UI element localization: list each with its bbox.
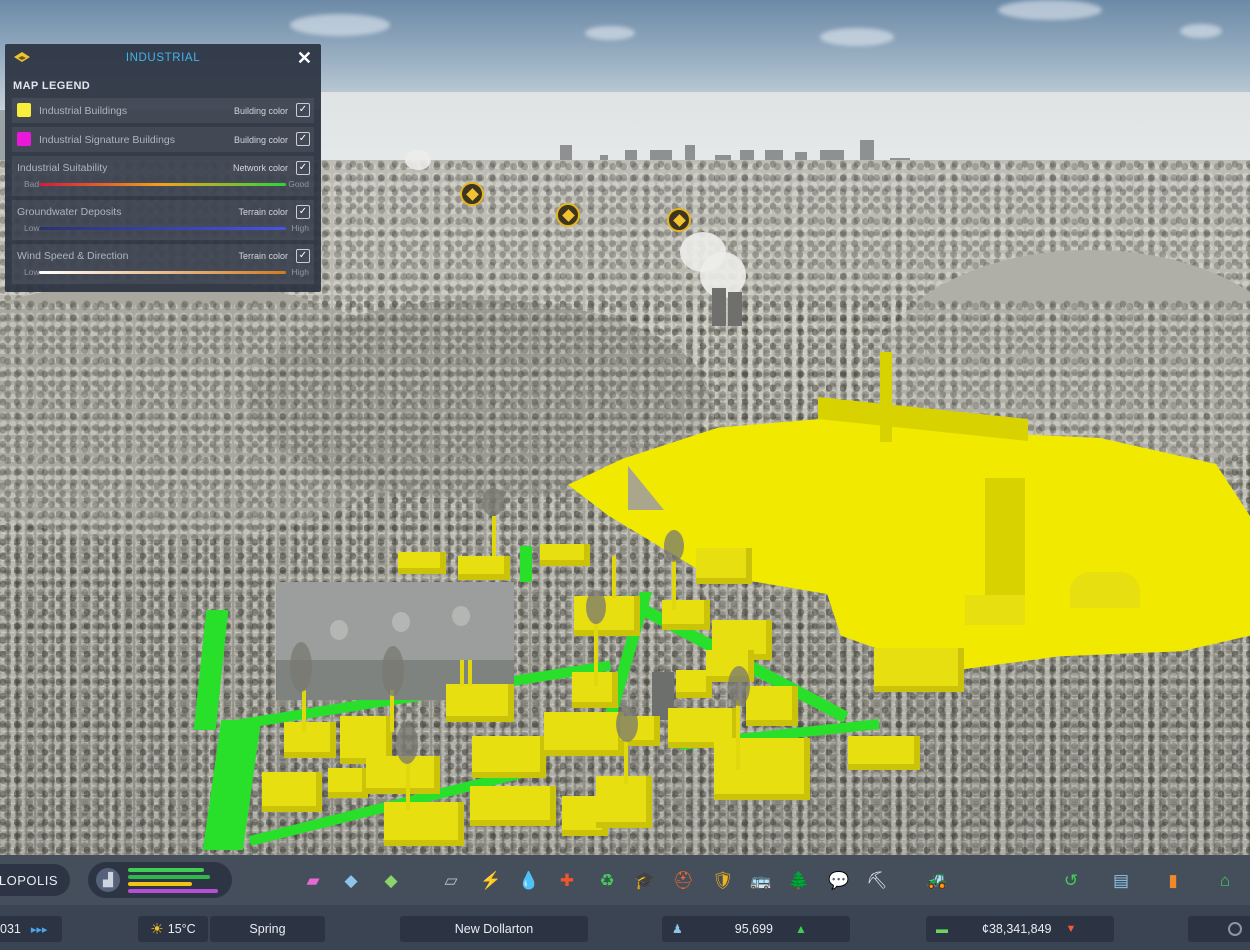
growth-up-icon: ▲ [795,922,807,936]
communications-icon[interactable]: 💬 [826,867,852,893]
settings-icon [1228,922,1242,936]
gradient-high-label: High [291,267,309,277]
industrial-marker-icon[interactable] [556,203,580,227]
education-icon[interactable]: 🎓 [632,867,658,893]
legend-subtitle: MAP LEGEND [13,80,91,92]
progress-bar-yellow [128,882,192,886]
groundwater-gradient-bar [39,227,286,230]
mine-building [1070,572,1140,608]
transport-icon[interactable]: 🚌 [748,867,774,893]
sun-icon: ☀ [150,921,164,938]
cooling-tower [712,288,726,326]
legend-item-label: Wind Speed & Direction [17,250,129,262]
season-display: Spring [210,916,325,942]
legend-checkbox[interactable]: ✓ [296,132,310,146]
legend-item-industrial-signature-buildings: Industrial Signature Buildings Building … [12,127,314,152]
areas-icon[interactable]: ◆ [338,867,364,893]
map-legend-panel: INDUSTRIAL ✕ MAP LEGEND Industrial Build… [5,44,321,292]
bulldozer-icon[interactable]: 🚜 [924,867,950,893]
population-icon: ♟ [672,922,683,936]
legend-item-label: Groundwater Deposits [17,206,122,218]
money-icon: ▬ [936,922,948,936]
legend-title: INDUSTRIAL [125,52,201,64]
wind-gradient-bar [39,271,286,274]
steam-cloud [405,150,431,170]
zoning-icon[interactable]: ▰ [300,867,326,893]
landscaping-icon[interactable]: ◆ [378,867,404,893]
legend-item-mode: Terrain color [238,251,288,261]
progress-bar-purple [128,889,218,893]
police-icon[interactable]: 🛡 [710,867,736,893]
money-value: ¢38,341,849 [982,922,1052,936]
color-swatch [17,103,31,117]
district-display[interactable]: New Dollarton [400,916,588,942]
gradient-low-label: Low [24,267,40,277]
season-text: Spring [249,922,286,936]
date-display: 031 ▸▸▸ [0,916,62,942]
city-icon: ▟ [96,868,120,892]
milestone-progress[interactable]: ▟ [88,862,232,898]
weather-display: ☀ 15°C [138,916,208,942]
industrial-marker-icon[interactable] [667,208,691,232]
legend-item-mode: Building color [233,135,288,145]
menu-button[interactable] [1188,916,1250,942]
mine-building [965,595,1025,625]
gradient-low-label: Bad [24,179,40,189]
legend-item-mode: Terrain color [238,207,288,217]
industrial-marker-icon[interactable] [460,182,484,206]
legend-item-industrial-suitability: Industrial Suitability Network color ✓ B… [12,156,314,196]
temperature-text: 15°C [167,922,196,936]
electricity-icon[interactable]: ⚡ [478,867,504,893]
close-button[interactable]: ✕ [297,49,312,67]
fire-icon[interactable]: ⛑ [670,867,696,893]
game-speed-button[interactable]: ▸▸▸ [31,923,48,936]
landscape-tool-icon[interactable]: ⛏ [864,867,890,893]
progress-bar-green [128,875,210,879]
industrial-zone-icon [14,52,30,62]
district-name: New Dollarton [454,922,534,936]
parks-icon[interactable]: 🌲 [786,867,812,893]
factory-tank [452,606,470,626]
legend-header: INDUSTRIAL ✕ [5,44,321,72]
legend-checkbox[interactable]: ✓ [296,103,310,117]
date-text: 031 [0,922,21,936]
factory-tank [392,612,410,632]
gradient-low-label: Low [24,223,40,233]
home-icon[interactable]: ⌂ [1212,867,1238,893]
legend-item-wind-speed-direction: Wind Speed & Direction Terrain color ✓ L… [12,244,314,284]
income-down-icon: ▼ [1065,923,1077,935]
legend-item-label: Industrial Signature Buildings [39,134,175,146]
factory-tank [330,620,348,640]
map-icon[interactable]: ▤ [1108,867,1134,893]
progress-bar-green [128,868,204,872]
gradient-high-label: High [291,223,309,233]
statistics-icon[interactable]: ▮ [1160,867,1186,893]
suitability-gradient-bar [39,183,286,186]
garbage-icon[interactable]: ♻ [594,867,620,893]
legend-item-label: Industrial Suitability [17,162,108,174]
legend-checkbox[interactable]: ✓ [296,161,310,175]
legend-item-mode: Network color [232,163,288,173]
legend-item-mode: Building color [233,106,288,116]
legend-item-label: Industrial Buildings [39,105,128,117]
mine-excavator [880,352,892,442]
legend-checkbox[interactable]: ✓ [296,205,310,219]
health-icon[interactable]: ✚ [554,867,580,893]
gradient-high-label: Good [288,179,309,189]
legend-item-industrial-buildings: Industrial Buildings Building color ✓ [12,98,314,123]
color-swatch [17,132,31,146]
city-name-label[interactable]: ALOPOLIS [0,864,70,896]
water-icon[interactable]: 💧 [516,867,542,893]
money-display[interactable]: ▬ ¢38,341,849 ▼ [926,916,1114,942]
population-value: 95,699 [734,922,773,936]
population-display[interactable]: ♟ 95,699 ▲ [662,916,850,942]
undo-icon[interactable]: ↺ [1058,867,1084,893]
legend-checkbox[interactable]: ✓ [296,249,310,263]
cooling-tower [728,292,742,326]
roads-icon[interactable]: ▱ [438,867,464,893]
legend-item-groundwater-deposits: Groundwater Deposits Terrain color ✓ Low… [12,200,314,240]
